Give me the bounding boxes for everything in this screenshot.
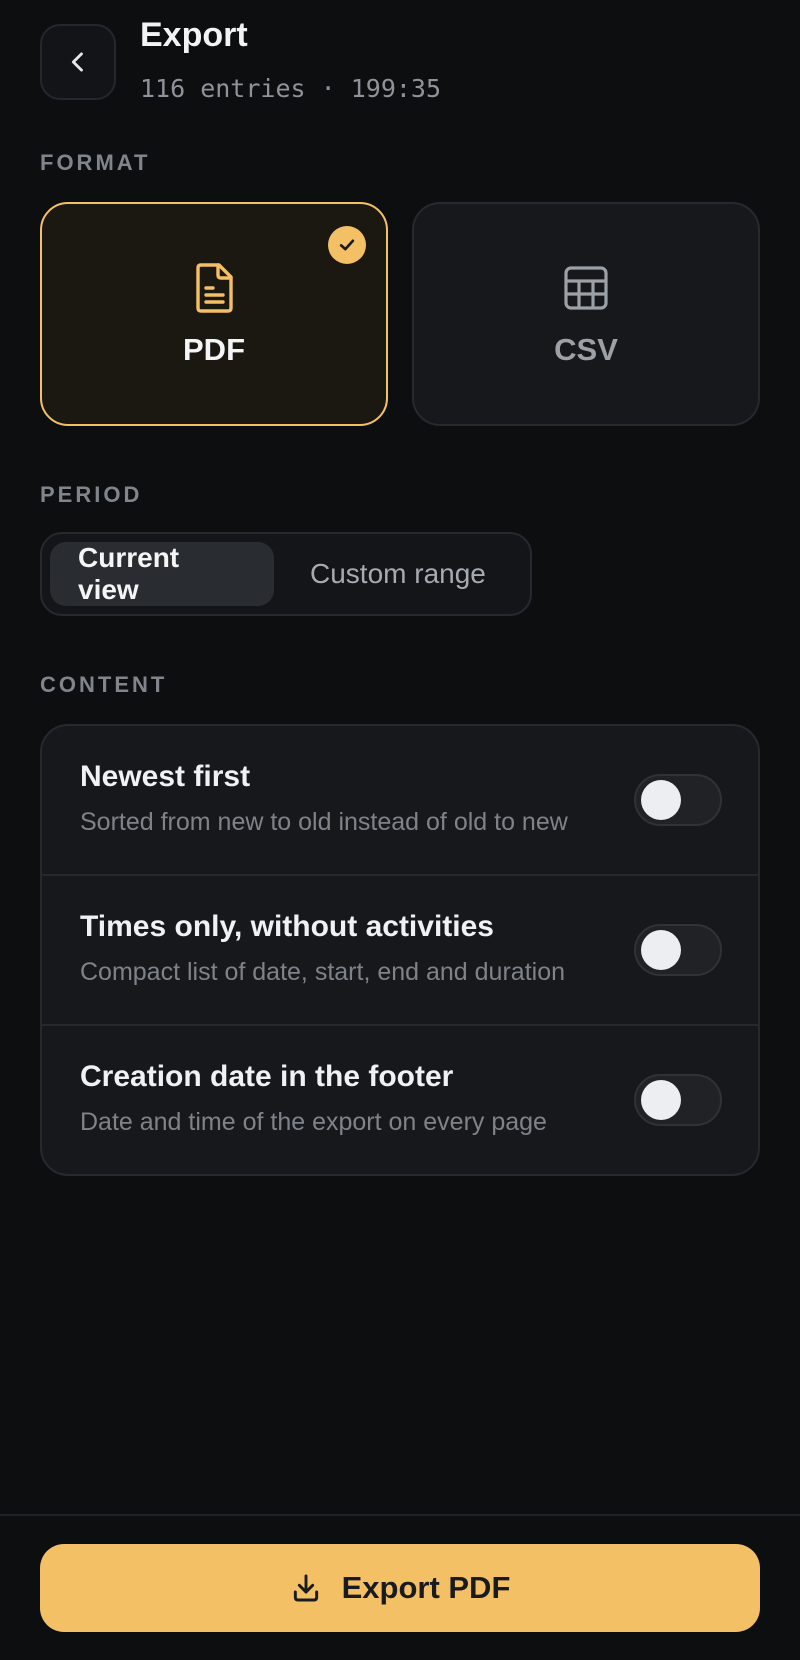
table-icon: [562, 260, 610, 316]
option-creation-date-footer: Creation date in the footer Date and tim…: [42, 1026, 758, 1174]
content-options-card: Newest first Sorted from new to old inst…: [40, 724, 760, 1176]
export-screen: Export 116 entries · 199:35 FORMAT PDF C…: [0, 0, 800, 1660]
newest-first-toggle[interactable]: [634, 774, 722, 826]
entries-summary: 116 entries · 199:35: [140, 74, 442, 103]
export-button-label: Export PDF: [341, 1570, 511, 1605]
format-label-pdf: PDF: [183, 332, 245, 367]
times-only-toggle[interactable]: [634, 924, 722, 976]
back-button[interactable]: [40, 24, 116, 100]
option-times-only: Times only, without activities Compact l…: [42, 876, 758, 1026]
option-title: Creation date in the footer: [80, 1060, 454, 1093]
option-title: Newest first: [80, 760, 251, 793]
option-title: Times only, without activities: [80, 910, 494, 943]
toggle-knob: [641, 930, 681, 970]
export-button[interactable]: Export PDF: [40, 1544, 760, 1632]
document-icon: [192, 260, 236, 316]
footer-divider: [0, 1514, 800, 1516]
period-section-label: PERIOD: [40, 482, 143, 507]
toggle-knob: [641, 1080, 681, 1120]
period-current-view[interactable]: Current view: [50, 542, 274, 606]
selected-check-icon: [328, 226, 366, 264]
period-custom-range[interactable]: Custom range: [282, 542, 514, 606]
page-title: Export: [140, 16, 248, 54]
content-section-label: CONTENT: [40, 672, 168, 697]
option-newest-first: Newest first Sorted from new to old inst…: [42, 726, 758, 876]
option-description: Sorted from new to old instead of old to…: [80, 808, 568, 836]
toggle-knob: [641, 780, 681, 820]
creation-date-toggle[interactable]: [634, 1074, 722, 1126]
option-description: Compact list of date, start, end and dur…: [80, 958, 565, 986]
chevron-left-icon: [71, 52, 83, 72]
option-description: Date and time of the export on every pag…: [80, 1108, 547, 1136]
format-option-csv[interactable]: CSV: [412, 202, 760, 426]
format-option-pdf[interactable]: PDF: [40, 202, 388, 426]
format-section-label: FORMAT: [40, 150, 151, 175]
period-segmented-control: Current view Custom range: [40, 532, 532, 616]
format-label-csv: CSV: [554, 332, 618, 367]
download-icon: [293, 1574, 318, 1602]
